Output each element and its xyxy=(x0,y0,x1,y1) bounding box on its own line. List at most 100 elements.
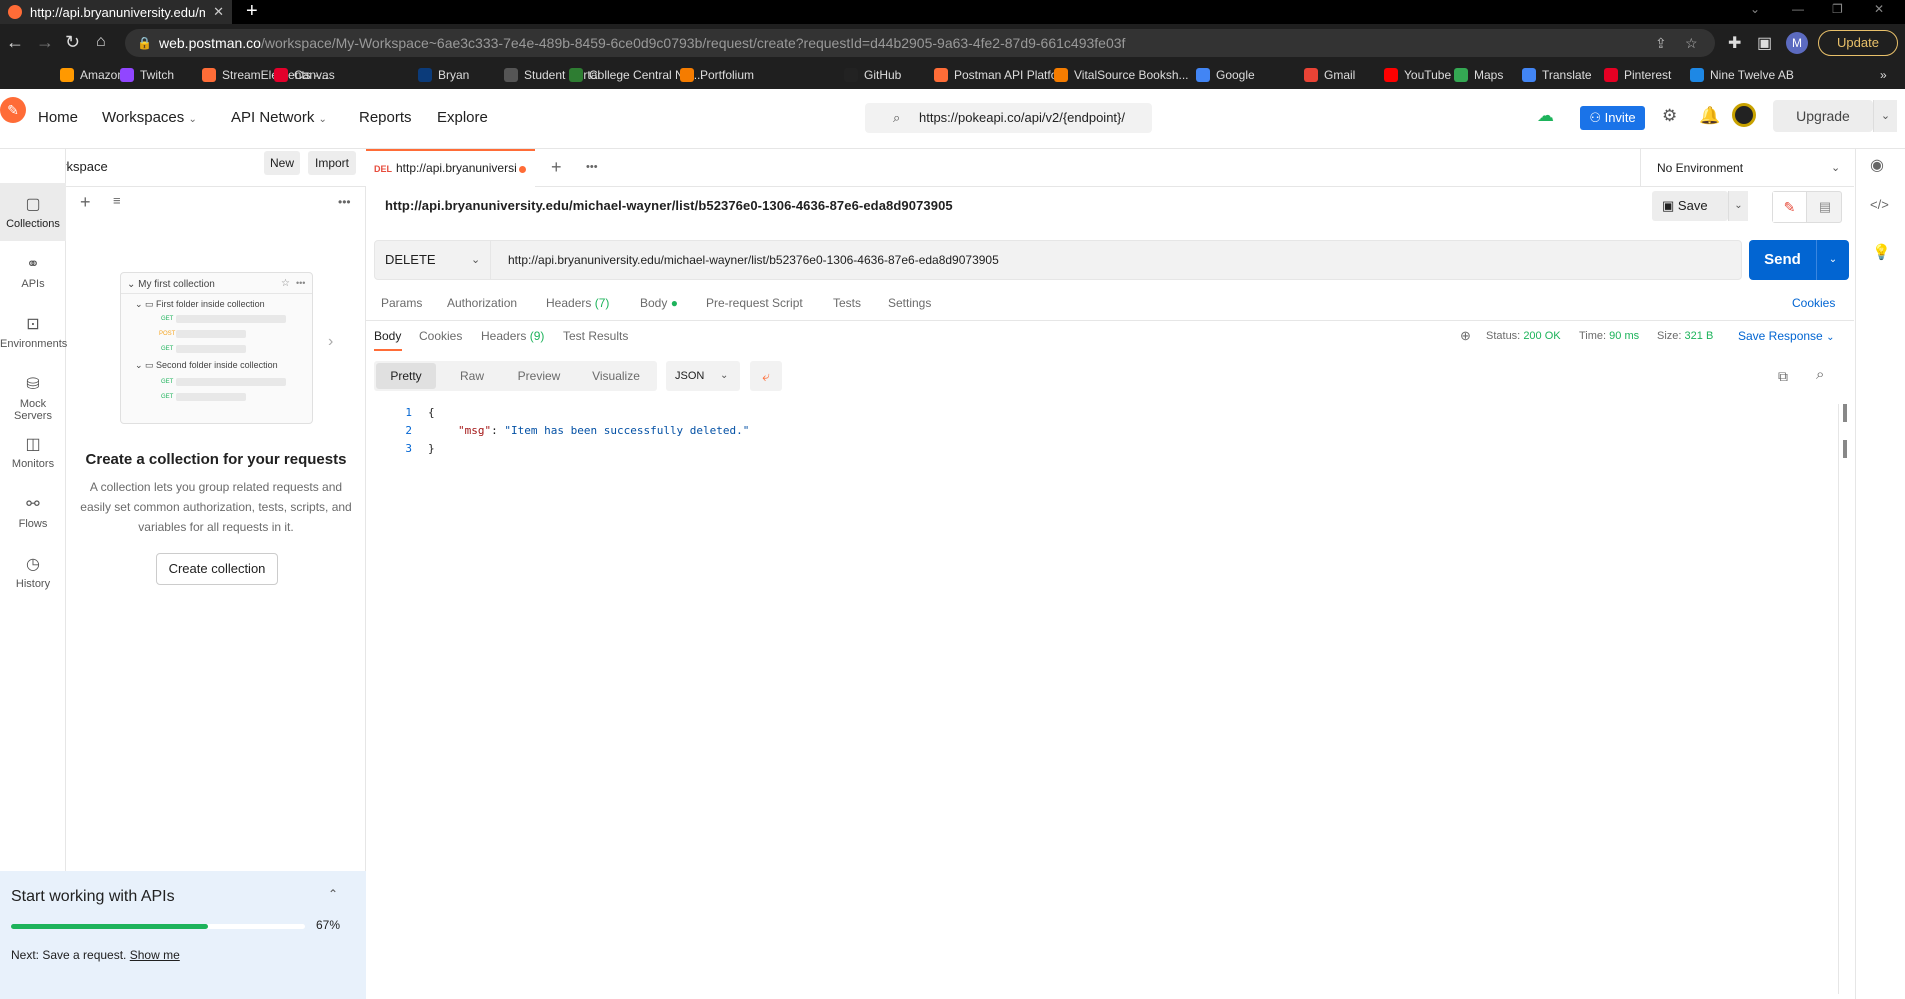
tab-settings[interactable]: Settings xyxy=(888,296,931,310)
search-icon[interactable]: ⌕ xyxy=(1816,366,1824,383)
rail-monitors[interactable]: ◫ Monitors xyxy=(0,434,66,470)
bookmark-item[interactable]: Translate xyxy=(1522,68,1592,82)
show-me-link[interactable]: Show me xyxy=(130,948,180,962)
postman-logo-icon[interactable]: ✎ xyxy=(0,97,26,123)
nav-home[interactable]: Home xyxy=(38,109,78,126)
upgrade-dropdown-icon[interactable]: ⌄ xyxy=(1873,100,1897,132)
response-tab-cookies[interactable]: Cookies xyxy=(419,329,462,343)
environment-select[interactable]: No Environment ⌄ xyxy=(1640,149,1854,187)
rail-collections[interactable]: ▢ Collections xyxy=(0,194,66,230)
forward-icon[interactable]: → xyxy=(36,32,54,52)
bookmark-item[interactable]: Amazon xyxy=(60,68,124,82)
close-tab-icon[interactable]: ✕ xyxy=(213,4,232,20)
wrap-lines-icon[interactable]: ⤶ xyxy=(750,361,782,391)
bookmark-item[interactable]: Google xyxy=(1196,68,1255,82)
bookmark-item[interactable]: Postman API Platfo... xyxy=(934,68,1067,82)
tab-pre-request-script[interactable]: Pre-request Script xyxy=(706,296,803,310)
tab-body[interactable]: Body ● xyxy=(640,296,678,310)
add-collection-icon[interactable]: + xyxy=(80,192,91,213)
eye-icon[interactable]: ◉ xyxy=(1870,155,1884,175)
minimize-icon[interactable]: — xyxy=(1792,2,1804,16)
more-bookmarks-icon[interactable]: » xyxy=(1880,68,1887,82)
comments-icon[interactable]: ▤ xyxy=(1808,192,1842,222)
restore-icon[interactable]: ❐ xyxy=(1832,2,1843,16)
share-icon[interactable]: ⇪ xyxy=(1655,29,1667,57)
request-tab[interactable]: DEL http://api.bryanuniversi xyxy=(366,149,535,187)
bookmark-item[interactable]: Nine Twelve AB xyxy=(1690,68,1794,82)
view-raw[interactable]: Raw xyxy=(444,361,500,391)
rail-flows[interactable]: ⚯ Flows xyxy=(0,494,66,530)
extensions-icon[interactable]: ✚ xyxy=(1728,33,1741,53)
response-tab-test-results[interactable]: Test Results xyxy=(563,329,628,343)
method-select[interactable]: DELETE ⌄ xyxy=(375,241,491,279)
new-button[interactable]: New xyxy=(264,151,300,175)
response-tab-headers[interactable]: Headers (9) xyxy=(481,329,544,343)
star-icon[interactable]: ☆ xyxy=(1685,29,1698,57)
bookmark-item[interactable]: Canvas xyxy=(274,68,335,82)
edit-pencil-icon[interactable]: ✎ xyxy=(1773,192,1807,222)
rail-history[interactable]: ◷ History xyxy=(0,554,66,590)
nav-reports[interactable]: Reports xyxy=(359,109,412,126)
tab-tests[interactable]: Tests xyxy=(833,296,861,310)
bookmark-item[interactable]: GitHub xyxy=(844,68,901,82)
cloud-sync-icon[interactable]: ☁ xyxy=(1537,106,1554,126)
browser-tab[interactable]: http://api.bryanuniversity.edu/m ✕ xyxy=(0,0,232,24)
lightbulb-icon[interactable]: 💡 xyxy=(1872,243,1891,261)
save-response-button[interactable]: Save Response ⌄ xyxy=(1738,329,1834,343)
bookmark-item[interactable]: Twitch xyxy=(120,68,174,82)
code-icon[interactable]: </> xyxy=(1870,197,1889,212)
bookmark-item[interactable]: Maps xyxy=(1454,68,1503,82)
request-name[interactable]: http://api.bryanuniversity.edu/michael-w… xyxy=(385,198,953,213)
more-options-icon[interactable]: ••• xyxy=(338,195,351,209)
import-button[interactable]: Import xyxy=(308,151,356,175)
upgrade-button[interactable]: Upgrade xyxy=(1773,100,1873,132)
rail-mock-servers[interactable]: ⛁ Mock Servers xyxy=(0,374,66,422)
collapse-icon[interactable]: ⌃ xyxy=(328,887,338,901)
reload-icon[interactable]: ↻ xyxy=(65,32,80,52)
bookmark-item[interactable]: Gmail xyxy=(1304,68,1355,82)
global-search-input[interactable]: ⌕ https://pokeapi.co/api/v2/{endpoint}/ xyxy=(865,103,1152,133)
address-bar[interactable]: 🔒 web.postman.co/workspace/My-Workspace~… xyxy=(125,29,1715,57)
chevron-down-icon[interactable]: ⌄ xyxy=(1750,2,1760,16)
nav-api-network[interactable]: API Network ⌄ xyxy=(231,109,327,126)
home-icon[interactable]: ⌂ xyxy=(96,32,106,52)
close-window-icon[interactable]: ✕ xyxy=(1874,2,1884,16)
create-collection-button[interactable]: Create collection xyxy=(156,553,278,585)
side-panel-icon[interactable]: ▣ xyxy=(1757,33,1772,53)
request-url-input[interactable]: http://api.bryanuniversity.edu/michael-w… xyxy=(508,241,999,279)
bookmark-item[interactable]: Pinterest xyxy=(1604,68,1671,82)
copy-icon[interactable]: ⧉ xyxy=(1778,368,1788,385)
bookmark-item[interactable]: Portfolium xyxy=(680,68,754,82)
rail-apis[interactable]: ⚭ APIs xyxy=(0,254,66,290)
view-preview[interactable]: Preview xyxy=(504,361,574,391)
new-request-tab-icon[interactable]: + xyxy=(551,157,562,178)
bookmark-item[interactable]: Bryan xyxy=(418,68,469,82)
send-button[interactable]: Send xyxy=(1749,240,1816,280)
view-pretty[interactable]: Pretty xyxy=(376,363,436,389)
profile-avatar[interactable]: M xyxy=(1786,32,1808,54)
nav-workspaces[interactable]: Workspaces ⌄ xyxy=(102,109,197,126)
format-select[interactable]: JSON ⌄ xyxy=(666,361,740,391)
bookmark-item[interactable]: VitalSource Booksh... xyxy=(1054,68,1189,82)
tab-params[interactable]: Params xyxy=(381,296,422,310)
cookies-link[interactable]: Cookies xyxy=(1792,296,1835,310)
scrollbar-thumb[interactable] xyxy=(1843,404,1847,422)
user-avatar[interactable] xyxy=(1732,103,1756,127)
send-dropdown-icon[interactable]: ⌄ xyxy=(1816,240,1849,280)
save-button[interactable]: ▣ Save xyxy=(1652,191,1728,221)
back-icon[interactable]: ← xyxy=(6,32,24,52)
bookmark-item[interactable]: YouTube xyxy=(1384,68,1451,82)
settings-gear-icon[interactable]: ⚙ xyxy=(1662,106,1677,126)
tab-headers[interactable]: Headers (7) xyxy=(546,296,609,310)
tab-authorization[interactable]: Authorization xyxy=(447,296,517,310)
response-tab-body[interactable]: Body xyxy=(374,329,401,343)
view-visualize[interactable]: Visualize xyxy=(580,361,652,391)
filter-collections-input[interactable]: ≡ xyxy=(109,193,315,215)
notifications-bell-icon[interactable]: 🔔 xyxy=(1699,106,1720,126)
save-dropdown-icon[interactable]: ⌄ xyxy=(1728,191,1748,221)
rail-environments[interactable]: ⊡ Environments xyxy=(0,314,67,350)
invite-button[interactable]: ⚇ Invite xyxy=(1580,106,1645,130)
more-tabs-icon[interactable]: ••• xyxy=(586,161,598,173)
update-button[interactable]: Update xyxy=(1818,30,1898,56)
nav-explore[interactable]: Explore xyxy=(437,109,488,126)
